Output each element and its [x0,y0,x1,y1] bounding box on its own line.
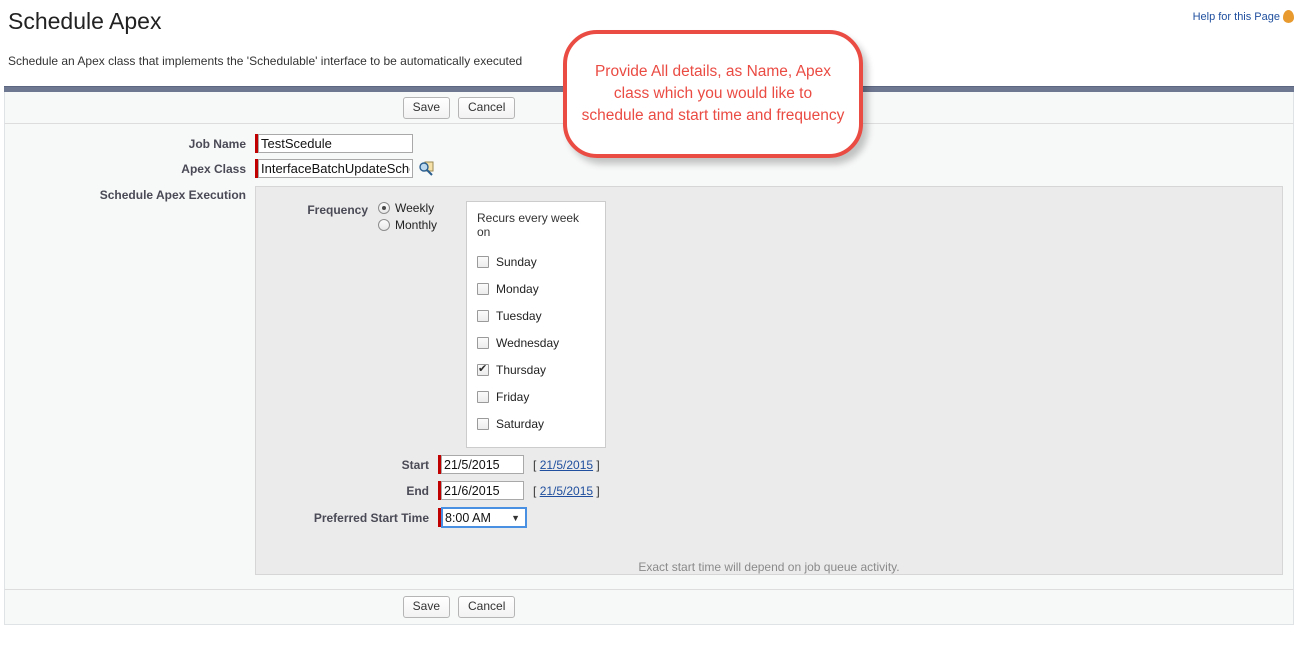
preferred-start-time-row: Preferred Start Time 8:00 AM ▼ [256,507,1282,528]
annotation-callout: Provide All details, as Name, Apex class… [563,30,863,158]
day-checkbox-saturday[interactable]: Saturday [477,410,595,437]
job-name-control [255,134,413,153]
schedule-apex-page: Help for this Page Schedule Apex Schedul… [0,0,1298,648]
frequency-row: Frequency Weekly Monthly [256,201,1282,448]
day-checkbox-monday[interactable]: Monday [477,275,595,302]
apex-class-row: Apex Class [5,159,1293,178]
frequency-option-weekly[interactable]: Weekly [378,201,466,215]
checkbox-sunday-icon[interactable] [477,256,489,268]
help-for-this-page-link[interactable]: Help for this Page [1193,11,1280,23]
recurrence-title: Recurs every week on [477,211,595,239]
cancel-button-bottom[interactable]: Cancel [458,596,515,618]
cancel-button-top[interactable]: Cancel [458,97,515,119]
end-bracket-open: [ [533,484,536,498]
checkbox-thursday-icon[interactable] [477,364,489,376]
start-today-wrap: [ 21/5/2015 ] [533,458,600,472]
radio-weekly-icon[interactable] [378,202,390,214]
day-checkbox-friday[interactable]: Friday [477,383,595,410]
radio-monthly-icon[interactable] [378,219,390,231]
start-bracket-close: ] [596,458,599,472]
magnifier-lookup-icon[interactable] [418,161,434,177]
recurrence-days-box: Recurs every week on Sunday Monday [466,201,606,448]
day-label-friday: Friday [496,390,529,404]
apex-class-input[interactable] [258,159,413,178]
end-today-link[interactable]: 21/5/2015 [540,484,593,498]
start-bracket-open: [ [533,458,536,472]
day-label-wednesday: Wednesday [496,336,559,350]
day-checkbox-wednesday[interactable]: Wednesday [477,329,595,356]
day-checkbox-thursday[interactable]: Thursday [477,356,595,383]
schedule-execution-panel: Frequency Weekly Monthly [255,186,1283,575]
end-bracket-close: ] [596,484,599,498]
help-for-this-page[interactable]: Help for this Page [1193,10,1294,23]
queue-note: Exact start time will depend on job queu… [256,560,1282,574]
end-date-row: End [ 21/5/2015 ] [256,481,1282,500]
preferred-start-time-label: Preferred Start Time [256,511,438,525]
apex-class-label: Apex Class [5,162,255,176]
apex-class-control [255,159,434,178]
bottom-button-row: Save Cancel [4,589,1294,625]
preferred-start-time-select[interactable]: 8:00 AM [441,507,527,528]
end-today-wrap: [ 21/5/2015 ] [533,484,600,498]
frequency-option-monthly[interactable]: Monthly [378,218,466,232]
schedule-execution-row: Schedule Apex Execution Frequency Weekly [5,186,1293,575]
checkbox-saturday-icon[interactable] [477,418,489,430]
day-label-monday: Monday [496,282,539,296]
start-today-link[interactable]: 21/5/2015 [540,458,593,472]
job-name-input[interactable] [258,134,413,153]
end-date-label: End [256,484,438,498]
checkbox-tuesday-icon[interactable] [477,310,489,322]
frequency-option-weekly-label: Weekly [395,201,434,215]
page-description: Schedule an Apex class that implements t… [8,54,522,68]
help-orb-icon[interactable] [1283,10,1294,23]
checkbox-monday-icon[interactable] [477,283,489,295]
day-label-saturday: Saturday [496,417,544,431]
form-body: Job Name Apex Class [4,124,1294,589]
frequency-label: Frequency [256,201,378,217]
preferred-start-time-wrap[interactable]: 8:00 AM ▼ [441,507,527,528]
checkbox-friday-icon[interactable] [477,391,489,403]
frequency-option-monthly-label: Monthly [395,218,437,232]
end-date-input[interactable] [441,481,524,500]
day-label-tuesday: Tuesday [496,309,542,323]
schedule-execution-label: Schedule Apex Execution [5,186,255,202]
start-date-input[interactable] [441,455,524,474]
frequency-radio-group: Weekly Monthly [378,201,466,232]
page-title: Schedule Apex [8,8,161,36]
day-label-sunday: Sunday [496,255,537,269]
day-checkbox-sunday[interactable]: Sunday [477,248,595,275]
save-button-top[interactable]: Save [403,97,450,119]
save-button-bottom[interactable]: Save [403,596,450,618]
schedule-apex-form: Save Cancel Job Name Apex Class [4,86,1294,625]
day-label-thursday: Thursday [496,363,546,377]
checkbox-wednesday-icon[interactable] [477,337,489,349]
start-date-label: Start [256,458,438,472]
start-date-row: Start [ 21/5/2015 ] [256,455,1282,474]
job-name-label: Job Name [5,137,255,151]
day-checkbox-tuesday[interactable]: Tuesday [477,302,595,329]
annotation-callout-text: Provide All details, as Name, Apex class… [567,61,859,127]
